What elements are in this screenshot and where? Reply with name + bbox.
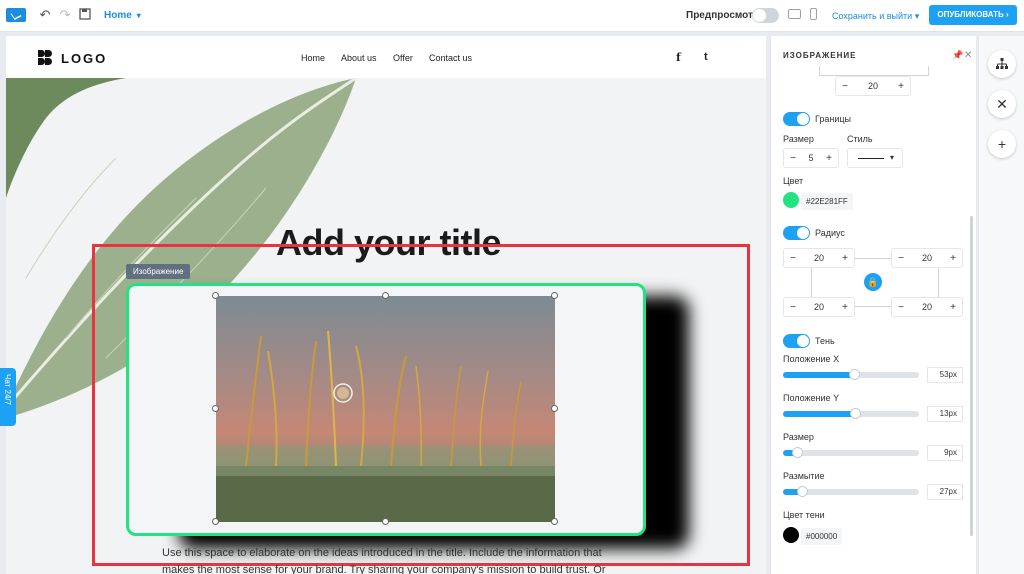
nav-link-contact[interactable]: Contact us	[429, 53, 472, 63]
shadow-x-value[interactable]: 53px	[927, 367, 963, 383]
shadow-color-hex[interactable]: #000000	[801, 528, 843, 545]
twitter-icon[interactable]: t	[704, 51, 708, 63]
radius-tl-stepper[interactable]: −20 +	[783, 248, 855, 268]
increment-button[interactable]: +	[836, 253, 854, 264]
radius-br-value[interactable]: 20	[910, 302, 944, 312]
radius-bl-stepper[interactable]: −20 +	[783, 297, 855, 317]
border-color-hex[interactable]: #22E281FF	[801, 193, 853, 210]
radius-tr-stepper[interactable]: −20 +	[891, 248, 963, 268]
preview-toggle[interactable]	[752, 8, 779, 23]
border-style-select[interactable]: ▾	[847, 148, 903, 168]
page-selector[interactable]: Home ▾	[104, 10, 141, 21]
spacing-value[interactable]: 20	[854, 81, 892, 91]
shadow-x-slider[interactable]	[783, 369, 919, 380]
right-sidebar: ✕ +	[978, 36, 1024, 574]
increment-button[interactable]: +	[944, 302, 962, 313]
nav-link-offer[interactable]: Offer	[393, 53, 413, 63]
increment-button[interactable]: +	[820, 153, 838, 164]
nav-link-home[interactable]: Home	[301, 53, 325, 63]
facebook-icon[interactable]: f	[676, 51, 681, 64]
border-style-label: Стиль	[847, 134, 873, 144]
spacing-connector	[819, 66, 929, 76]
publish-button[interactable]: ОПУБЛИКОВАТЬ ›	[929, 5, 1017, 25]
site-logo-text[interactable]: LOGO	[61, 51, 107, 66]
add-element-icon[interactable]: +	[988, 130, 1016, 158]
save-icon[interactable]	[78, 8, 92, 22]
shadow-label: Тень	[815, 336, 835, 346]
border-size-stepper[interactable]: − 5 +	[783, 148, 839, 168]
nav-link-about[interactable]: About us	[341, 53, 377, 63]
radius-tr-value[interactable]: 20	[910, 253, 944, 263]
redo-icon[interactable]: ↷	[58, 8, 72, 22]
desktop-view-icon[interactable]	[788, 9, 801, 19]
increment-button[interactable]: +	[892, 81, 910, 92]
mobile-view-icon[interactable]	[810, 8, 817, 20]
chevron-down-icon: ▾	[136, 11, 141, 20]
sitemap-icon[interactable]	[988, 50, 1016, 78]
increment-button[interactable]: +	[944, 253, 962, 264]
shadow-blur-label: Размытие	[783, 471, 825, 481]
radius-br-stepper[interactable]: −20 +	[891, 297, 963, 317]
radius-toggle[interactable]	[783, 226, 810, 240]
image-element-tag: Изображение	[126, 264, 191, 279]
radius-bl-value[interactable]: 20	[802, 302, 836, 312]
panel-scrollbar[interactable]	[970, 216, 973, 536]
radius-tl-value[interactable]: 20	[802, 253, 836, 263]
shadow-y-label: Положение Y	[783, 393, 840, 403]
close-editor-icon[interactable]: ✕	[988, 90, 1016, 118]
shadow-color-label: Цвет тени	[783, 510, 825, 520]
shadow-y-slider[interactable]	[783, 408, 919, 419]
app-logo-icon[interactable]	[6, 8, 26, 22]
borders-toggle[interactable]	[783, 112, 810, 126]
decrement-button[interactable]: −	[784, 153, 802, 164]
editor-canvas: LOGO Home About us Offer Contact us f t …	[6, 36, 766, 574]
radius-label: Радиус	[815, 228, 845, 238]
save-and-exit-label: Сохранить и выйти	[832, 11, 913, 21]
shadow-toggle[interactable]	[783, 334, 810, 348]
chat-tab-label: Чат 24/7	[3, 374, 12, 406]
shadow-size-label: Размер	[783, 432, 814, 442]
border-color-label: Цвет	[783, 176, 804, 186]
decrement-button[interactable]: −	[784, 302, 802, 313]
site-logo-icon[interactable]	[38, 50, 54, 66]
undo-icon[interactable]: ↶	[38, 8, 52, 22]
shadow-blur-slider[interactable]	[783, 486, 919, 497]
save-and-exit-button[interactable]: Сохранить и выйти ▾	[832, 11, 919, 22]
shadow-y-value[interactable]: 13px	[927, 406, 963, 422]
publish-label: ОПУБЛИКОВАТЬ	[937, 10, 1004, 19]
body-paragraph[interactable]: Use this space to elaborate on the ideas…	[162, 545, 632, 574]
border-color-swatch[interactable]	[783, 192, 799, 208]
site-header: LOGO Home About us Offer Contact us f t	[6, 36, 766, 78]
shadow-size-slider[interactable]	[783, 447, 919, 458]
page-selector-label: Home	[104, 10, 132, 21]
borders-label: Границы	[815, 114, 851, 124]
shadow-size-value[interactable]: 9px	[927, 445, 963, 461]
properties-panel: ИЗОБРАЖЕНИЕ 📌 ✕ − 20 + Границы Размер Ст…	[770, 36, 976, 574]
decrement-button[interactable]: −	[836, 81, 854, 92]
decrement-button[interactable]: −	[784, 253, 802, 264]
panel-title: ИЗОБРАЖЕНИЕ	[783, 51, 857, 60]
close-icon[interactable]: ✕	[964, 50, 972, 61]
pin-icon[interactable]: 📌	[952, 50, 963, 61]
border-size-value[interactable]: 5	[802, 153, 820, 163]
border-size-label: Размер	[783, 134, 814, 144]
editor-app: ↶ ↷ Home ▾ Предпросмотр Сохранить и выйти…	[0, 0, 1024, 574]
decrement-button[interactable]: −	[892, 253, 910, 264]
shadow-x-label: Положение X	[783, 354, 840, 364]
chevron-down-icon: ▾	[890, 153, 895, 162]
preview-label: Предпросмотр	[686, 10, 760, 21]
increment-button[interactable]: +	[836, 302, 854, 313]
selection-highlight	[92, 244, 750, 566]
shadow-color-swatch[interactable]	[783, 527, 799, 543]
chat-tab[interactable]: Чат 24/7	[0, 368, 16, 426]
top-toolbar: ↶ ↷ Home ▾ Предпросмотр Сохранить и выйти…	[0, 0, 1024, 32]
decrement-button[interactable]: −	[892, 302, 910, 313]
shadow-blur-value[interactable]: 27px	[927, 484, 963, 500]
lock-icon[interactable]: 🔒	[864, 273, 882, 291]
spacing-stepper[interactable]: − 20 +	[835, 76, 911, 96]
